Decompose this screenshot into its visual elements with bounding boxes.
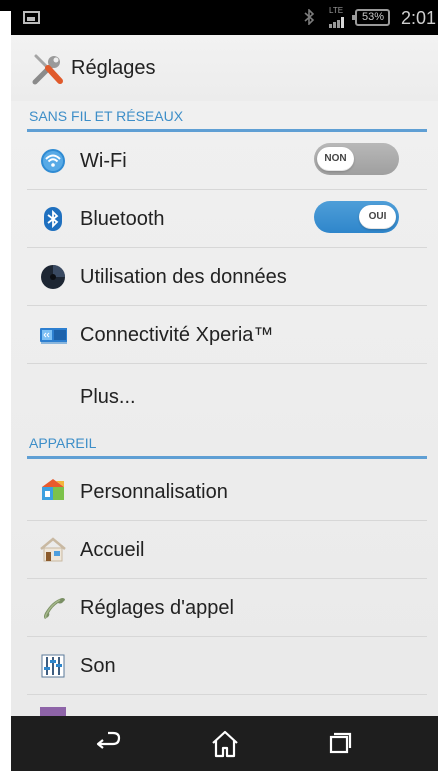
- back-icon: [96, 731, 121, 749]
- section-title: APPAREIL: [29, 435, 97, 451]
- network-type: LTE: [329, 6, 344, 15]
- settings-item-bluetooth[interactable]: Bluetooth OUI: [11, 190, 438, 248]
- data-usage-icon: [41, 265, 65, 289]
- bluetooth-status-icon: [304, 8, 315, 26]
- section-title: SANS FIL ET RÉSEAUX: [29, 108, 184, 124]
- settings-item-label: Connectivité Xperia™: [80, 324, 274, 346]
- back-button[interactable]: [77, 723, 141, 765]
- settings-item-personalization[interactable]: Personnalisation: [11, 463, 438, 521]
- section-header-wireless: SANS FIL ET RÉSEAUX: [11, 101, 438, 132]
- bluetooth-icon: [44, 207, 62, 231]
- settings-item-wifi[interactable]: Wi-Fi NON: [11, 132, 438, 190]
- settings-item-data-usage[interactable]: Utilisation des données: [11, 248, 438, 306]
- battery-indicator: 53%: [351, 9, 391, 26]
- recents-icon: [329, 732, 352, 754]
- settings-screen: LTE 53% 2:01 Réglages SANS FIL ET RÉSEAU…: [11, 0, 438, 771]
- bluetooth-toggle[interactable]: OUI: [314, 201, 399, 233]
- settings-item-label: Accueil: [80, 539, 145, 561]
- app-bar[interactable]: Réglages: [11, 35, 438, 101]
- settings-item-home[interactable]: Accueil: [11, 521, 438, 579]
- section-header-device: APPAREIL: [11, 428, 438, 459]
- screenshot-notification-icon: [23, 11, 40, 24]
- settings-item-more[interactable]: Plus...: [11, 364, 438, 425]
- settings-item-label: Utilisation des données: [80, 266, 287, 288]
- toggle-state: OUI: [359, 205, 396, 229]
- settings-item-sound[interactable]: Son: [11, 637, 438, 695]
- home-icon: [40, 537, 66, 562]
- section-divider: [27, 456, 427, 459]
- settings-item-label: Plus...: [80, 386, 136, 408]
- settings-item-label: Personnalisation: [80, 481, 228, 503]
- navigation-bar: [11, 716, 438, 771]
- xperia-connectivity-icon: [40, 328, 67, 344]
- screen-edge: [0, 0, 11, 771]
- status-bar: LTE 53% 2:01: [11, 0, 438, 35]
- settings-tools-icon: [32, 54, 63, 85]
- home-button[interactable]: [193, 723, 257, 765]
- settings-item-label: Son: [80, 655, 116, 677]
- personalization-icon: [42, 479, 64, 500]
- next-item-icon-peek: [40, 707, 66, 716]
- row-divider: [27, 694, 427, 695]
- recents-button[interactable]: [308, 723, 372, 765]
- phone-icon: [44, 598, 65, 619]
- home-nav-icon: [212, 730, 238, 758]
- wifi-icon: [41, 149, 65, 173]
- settings-item-label: Wi-Fi: [80, 150, 127, 172]
- status-clock: 2:01: [400, 8, 436, 28]
- toggle-state: NON: [317, 147, 354, 171]
- settings-item-xperia-connectivity[interactable]: Connectivité Xperia™: [11, 306, 438, 364]
- signal-icon: LTE: [329, 6, 347, 28]
- settings-item-label: Réglages d'appel: [80, 597, 234, 619]
- battery-level: 53%: [362, 11, 385, 23]
- settings-item-call-settings[interactable]: Réglages d'appel: [11, 579, 438, 637]
- wifi-toggle[interactable]: NON: [314, 143, 399, 175]
- page-title: Réglages: [71, 57, 156, 79]
- sound-equalizer-icon: [41, 654, 65, 678]
- settings-item-label: Bluetooth: [80, 208, 165, 230]
